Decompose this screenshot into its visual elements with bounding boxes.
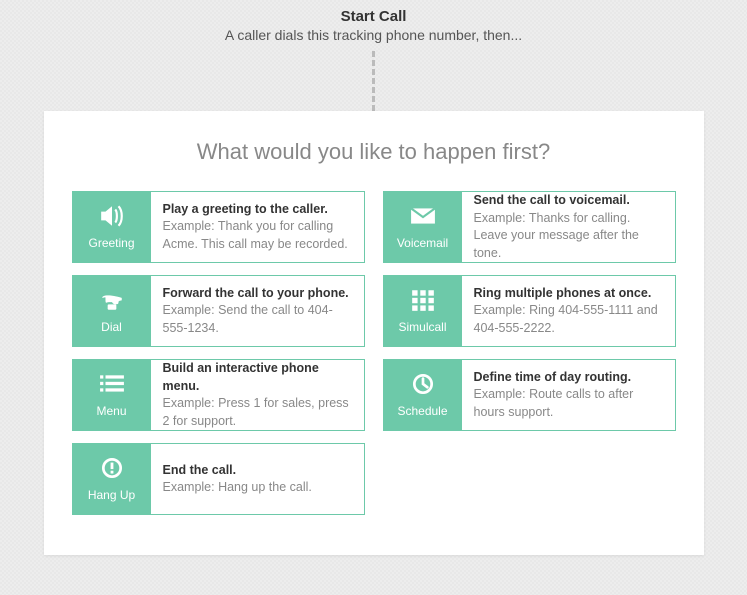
option-schedule-label: Schedule bbox=[397, 404, 447, 418]
option-menu-desc: Example: Press 1 for sales, press 2 for … bbox=[163, 395, 352, 430]
panel-title: What would you like to happen first? bbox=[72, 139, 676, 165]
option-schedule[interactable]: Schedule Define time of day routing. Exa… bbox=[383, 359, 676, 431]
flow-subtitle: A caller dials this tracking phone numbe… bbox=[0, 27, 747, 43]
option-simulcall-desc: Example: Ring 404-555-1111 and 404-555-2… bbox=[474, 302, 663, 337]
options-grid: Greeting Play a greeting to the caller. … bbox=[72, 191, 676, 515]
option-greeting[interactable]: Greeting Play a greeting to the caller. … bbox=[72, 191, 365, 263]
option-dial-label: Dial bbox=[101, 320, 122, 334]
option-simulcall-label: Simulcall bbox=[398, 320, 446, 334]
option-schedule-desc: Example: Route calls to after hours supp… bbox=[474, 386, 663, 421]
option-menu[interactable]: Menu Build an interactive phone menu. Ex… bbox=[72, 359, 365, 431]
exclamation-icon bbox=[99, 457, 125, 484]
option-schedule-title: Define time of day routing. bbox=[474, 369, 663, 387]
option-greeting-label: Greeting bbox=[88, 236, 134, 250]
option-simulcall-title: Ring multiple phones at once. bbox=[474, 285, 663, 303]
option-greeting-icon-block: Greeting bbox=[73, 192, 151, 262]
option-hangup-desc: Example: Hang up the call. bbox=[163, 479, 312, 497]
option-voicemail-label: Voicemail bbox=[397, 236, 448, 250]
option-greeting-title: Play a greeting to the caller. bbox=[163, 201, 352, 219]
option-menu-label: Menu bbox=[96, 404, 126, 418]
option-voicemail-text: Send the call to voicemail. Example: Tha… bbox=[462, 192, 675, 262]
option-voicemail[interactable]: Voicemail Send the call to voicemail. Ex… bbox=[383, 191, 676, 263]
option-dial-text: Forward the call to your phone. Example:… bbox=[151, 276, 364, 346]
option-dial[interactable]: Dial Forward the call to your phone. Exa… bbox=[72, 275, 365, 347]
option-schedule-icon-block: Schedule bbox=[384, 360, 462, 430]
option-voicemail-title: Send the call to voicemail. bbox=[474, 192, 663, 210]
option-simulcall-text: Ring multiple phones at once. Example: R… bbox=[462, 276, 675, 346]
option-dial-icon-block: Dial bbox=[73, 276, 151, 346]
option-greeting-desc: Example: Thank you for calling Acme. Thi… bbox=[163, 218, 352, 253]
option-greeting-text: Play a greeting to the caller. Example: … bbox=[151, 192, 364, 262]
option-simulcall-icon-block: Simulcall bbox=[384, 276, 462, 346]
option-simulcall[interactable]: Simulcall Ring multiple phones at once. … bbox=[383, 275, 676, 347]
clock-icon bbox=[410, 373, 436, 400]
option-hangup-icon-block: Hang Up bbox=[73, 444, 151, 514]
phone-icon bbox=[99, 289, 125, 316]
option-hangup-text: End the call. Example: Hang up the call. bbox=[151, 444, 324, 514]
option-menu-text: Build an interactive phone menu. Example… bbox=[151, 360, 364, 430]
step-panel: What would you like to happen first? Gre… bbox=[44, 111, 704, 555]
option-menu-title: Build an interactive phone menu. bbox=[163, 360, 352, 395]
option-voicemail-desc: Example: Thanks for calling. Leave your … bbox=[474, 210, 663, 263]
grid-icon bbox=[410, 289, 436, 316]
option-voicemail-icon-block: Voicemail bbox=[384, 192, 462, 262]
speaker-icon bbox=[99, 205, 125, 232]
option-hangup[interactable]: Hang Up End the call. Example: Hang up t… bbox=[72, 443, 365, 515]
flow-title: Start Call bbox=[0, 8, 747, 25]
option-hangup-label: Hang Up bbox=[88, 488, 135, 502]
list-icon bbox=[99, 373, 125, 400]
flow-header: Start Call A caller dials this tracking … bbox=[0, 0, 747, 43]
option-hangup-title: End the call. bbox=[163, 462, 312, 480]
option-dial-desc: Example: Send the call to 404-555-1234. bbox=[163, 302, 352, 337]
option-schedule-text: Define time of day routing. Example: Rou… bbox=[462, 360, 675, 430]
flow-connector-line bbox=[372, 51, 375, 111]
envelope-icon bbox=[410, 205, 436, 232]
option-dial-title: Forward the call to your phone. bbox=[163, 285, 352, 303]
option-menu-icon-block: Menu bbox=[73, 360, 151, 430]
